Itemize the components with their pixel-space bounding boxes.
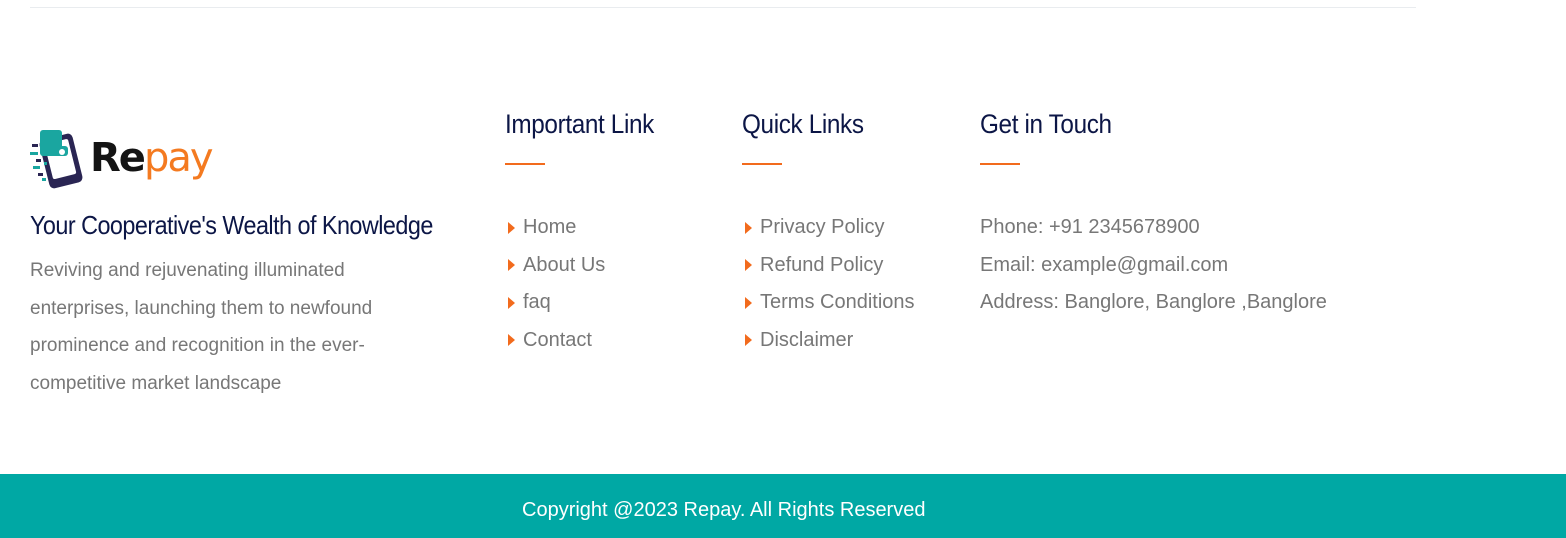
link-label: Refund Policy	[760, 253, 884, 276]
footer-link-privacy-policy[interactable]: Privacy Policy	[742, 209, 962, 247]
contact-info: Phone: +91 2345678900 Email: example@gma…	[980, 209, 1400, 322]
caret-right-icon	[745, 334, 752, 347]
footer-link-refund-policy[interactable]: Refund Policy	[742, 247, 962, 285]
caret-right-icon	[745, 296, 752, 309]
link-label: faq	[523, 291, 551, 314]
footer-link-home[interactable]: Home	[505, 209, 715, 247]
link-label: Disclaimer	[760, 328, 854, 351]
caret-right-icon	[745, 259, 752, 272]
link-label: Terms Conditions	[760, 291, 915, 314]
wallet-phone-icon	[30, 130, 83, 189]
contact-heading: Get in Touch	[980, 109, 1112, 139]
logo-text-dark: Re	[90, 135, 146, 181]
contact-column: Get in Touch Phone: +91 2345678900 Email…	[980, 106, 1400, 322]
heading-underline	[980, 163, 1020, 165]
brand-tagline: Your Cooperative's Wealth of Knowledge	[30, 210, 433, 240]
contact-address: Address: Banglore, Banglore ,Banglore	[980, 291, 1327, 314]
brand-block: Repay Your Cooperative's Wealth of Knowl…	[30, 126, 450, 394]
footer-link-faq[interactable]: faq	[505, 284, 715, 322]
heading-underline	[742, 163, 782, 165]
logo-wordmark: Repay	[90, 135, 214, 181]
divider	[30, 7, 1416, 8]
quick-links-column: Quick Links Privacy Policy Refund Policy…	[742, 106, 962, 359]
brand-description: Reviving and rejuvenating illuminated en…	[30, 260, 373, 394]
caret-right-icon	[508, 296, 515, 309]
logo[interactable]: Repay	[30, 126, 450, 190]
quick-links-list: Privacy Policy Refund Policy Terms Condi…	[742, 209, 962, 359]
important-links-heading: Important Link	[505, 109, 654, 139]
copyright-text: Copyright @2023 Repay. All Rights Reserv…	[522, 499, 926, 521]
heading-underline	[505, 163, 545, 165]
footer-link-disclaimer[interactable]: Disclaimer	[742, 322, 962, 360]
link-label: Contact	[523, 328, 592, 351]
contact-email[interactable]: Email: example@gmail.com	[980, 247, 1400, 285]
copyright-bar: Copyright @2023 Repay. All Rights Reserv…	[0, 474, 1566, 538]
contact-phone[interactable]: Phone: +91 2345678900	[980, 209, 1400, 247]
important-links-list: Home About Us faq Contact	[505, 209, 715, 359]
link-label: Privacy Policy	[760, 216, 885, 239]
footer-link-terms-conditions[interactable]: Terms Conditions	[742, 284, 962, 322]
quick-links-heading: Quick Links	[742, 109, 864, 139]
important-links-column: Important Link Home About Us faq Contact	[505, 106, 715, 359]
footer-section: Repay Your Cooperative's Wealth of Knowl…	[0, 0, 1566, 538]
caret-right-icon	[508, 334, 515, 347]
caret-right-icon	[745, 221, 752, 234]
caret-right-icon	[508, 221, 515, 234]
link-label: Home	[523, 216, 577, 239]
link-label: About Us	[523, 253, 606, 276]
footer-link-contact[interactable]: Contact	[505, 322, 715, 360]
footer-link-about-us[interactable]: About Us	[505, 247, 715, 285]
caret-right-icon	[508, 259, 515, 272]
logo-text-accent: pay	[143, 135, 214, 181]
